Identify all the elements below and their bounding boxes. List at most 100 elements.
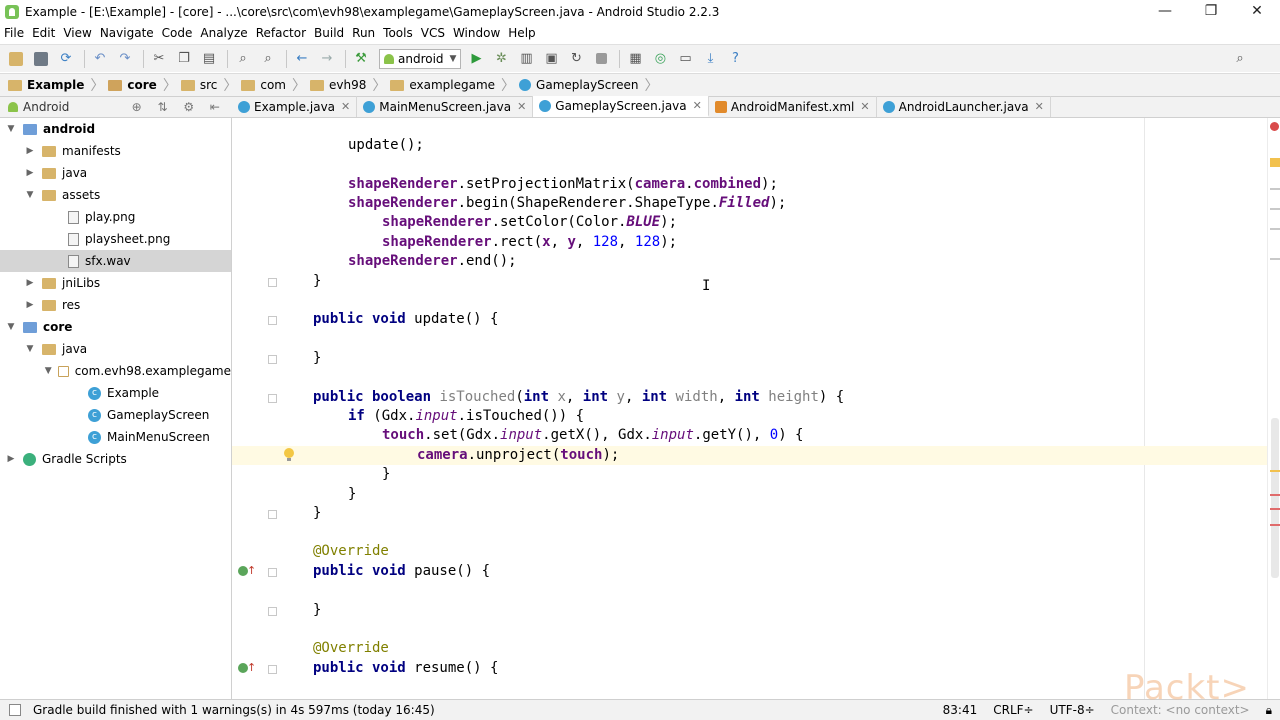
tree-item-assets[interactable]: ▼ assets — [0, 184, 231, 206]
back-icon[interactable]: ← — [291, 48, 313, 70]
tree-item-package[interactable]: ▼ com.evh98.examplegame — [0, 360, 231, 382]
breadcrumb-gameplayscreen[interactable]: GameplayScreen 〉 — [519, 75, 658, 95]
project-structure-icon[interactable]: ▭ — [674, 48, 696, 70]
line-separator[interactable]: CRLF÷ — [985, 703, 1041, 717]
caret-position[interactable]: 83:41 — [935, 703, 986, 717]
menu-build[interactable]: Build — [310, 26, 348, 40]
run-icon[interactable]: ▶ — [465, 48, 487, 70]
undo-icon[interactable]: ↶ — [89, 48, 111, 70]
lightbulb-icon[interactable] — [284, 448, 294, 462]
tree-item-playsheet-png[interactable]: playsheet.png — [0, 228, 231, 250]
stripe-mark[interactable] — [1270, 208, 1280, 210]
forward-icon[interactable]: → — [316, 48, 338, 70]
menu-vcs[interactable]: VCS — [417, 26, 449, 40]
breadcrumb-core[interactable]: core 〉 — [108, 75, 177, 95]
close-tab-icon[interactable]: ✕ — [517, 100, 526, 113]
breadcrumb-com[interactable]: com 〉 — [241, 75, 306, 95]
expand-arrow-icon[interactable]: ▼ — [5, 124, 17, 134]
override-marker-icon[interactable] — [238, 658, 256, 677]
tab-mainmenuscreen-java[interactable]: MainMenuScreen.java ✕ — [357, 96, 534, 117]
error-stripe-mark[interactable] — [1270, 524, 1280, 526]
menu-analyze[interactable]: Analyze — [196, 26, 251, 40]
avd-manager-icon[interactable]: ▦ — [624, 48, 646, 70]
error-stripe-mark[interactable] — [1270, 508, 1280, 510]
menu-view[interactable]: View — [59, 26, 95, 40]
warning-stripe-mark[interactable] — [1270, 470, 1280, 472]
find-icon[interactable]: ⌕ — [232, 48, 254, 70]
close-tab-icon[interactable]: ✕ — [860, 100, 869, 113]
tree-item-mainmenuscreen[interactable]: c MainMenuScreen — [0, 426, 231, 448]
tree-item-core-java[interactable]: ▼ java — [0, 338, 231, 360]
tree-item-gameplayscreen[interactable]: c GameplayScreen — [0, 404, 231, 426]
menu-window[interactable]: Window — [449, 26, 504, 40]
tab-androidlauncher-java[interactable]: AndroidLauncher.java ✕ — [877, 96, 1051, 117]
cut-icon[interactable]: ✂ — [148, 48, 170, 70]
collapse-arrow-icon[interactable]: ▶ — [24, 168, 36, 178]
stripe-mark[interactable] — [1270, 188, 1280, 190]
menu-navigate[interactable]: Navigate — [96, 26, 158, 40]
maximize-button[interactable]: ❐ — [1188, 0, 1234, 23]
profile-icon[interactable]: ▥ — [515, 48, 537, 70]
sync-icon[interactable]: ⟳ — [55, 48, 77, 70]
expand-arrow-icon[interactable]: ▼ — [5, 322, 17, 332]
copy-icon[interactable]: ❐ — [173, 48, 195, 70]
stripe-mark[interactable] — [1270, 228, 1280, 230]
attach-debugger-icon[interactable]: ▣ — [540, 48, 562, 70]
tree-item-res[interactable]: ▶ res — [0, 294, 231, 316]
stop-icon[interactable] — [590, 48, 612, 70]
close-tab-icon[interactable]: ✕ — [693, 99, 702, 112]
tree-item-java[interactable]: ▶ java — [0, 162, 231, 184]
tab-example-java[interactable]: Example.java ✕ — [232, 96, 358, 117]
search-everywhere-icon[interactable]: ⌕ — [1229, 48, 1251, 70]
tree-item-example[interactable]: c Example — [0, 382, 231, 404]
breadcrumb-examplegame[interactable]: examplegame 〉 — [390, 75, 515, 95]
lock-icon[interactable]: 🔒︎ — [1258, 703, 1280, 718]
error-stripe-mark[interactable] — [1270, 494, 1280, 496]
tree-item-jnilibs[interactable]: ▶ jniLibs — [0, 272, 231, 294]
project-view-tools[interactable]: ⊕ ⇅ ⚙ ⇤ — [132, 100, 226, 114]
breadcrumb-src[interactable]: src 〉 — [180, 75, 237, 95]
save-all-icon[interactable] — [30, 48, 52, 70]
override-marker-icon[interactable] — [238, 561, 256, 580]
debug-icon[interactable]: ✲ — [490, 48, 512, 70]
close-tab-icon[interactable]: ✕ — [1035, 100, 1044, 113]
breadcrumb-example[interactable]: Example 〉 — [8, 75, 104, 95]
menu-run[interactable]: Run — [348, 26, 379, 40]
help-icon[interactable]: ? — [724, 48, 746, 70]
tool-windows-icon[interactable] — [9, 704, 21, 716]
scrollbar-thumb[interactable] — [1271, 418, 1279, 578]
download-icon[interactable]: ⤓ — [699, 48, 721, 70]
tab-gameplayscreen-java[interactable]: GameplayScreen.java ✕ — [533, 96, 709, 117]
stripe-mark[interactable] — [1270, 258, 1280, 260]
menu-help[interactable]: Help — [504, 26, 539, 40]
tree-item-play-png[interactable]: play.png — [0, 206, 231, 228]
tree-item-android[interactable]: ▼ android — [0, 118, 231, 140]
minimize-button[interactable]: — — [1142, 0, 1188, 23]
open-folder-icon[interactable] — [5, 48, 27, 70]
expand-arrow-icon[interactable]: ▼ — [24, 344, 36, 354]
editor-scrollbar[interactable] — [1267, 118, 1280, 699]
collapse-arrow-icon[interactable]: ▶ — [24, 278, 36, 288]
menu-file[interactable]: File — [0, 26, 28, 40]
run-config-select[interactable]: android ▼ — [379, 48, 462, 69]
file-encoding[interactable]: UTF-8÷ — [1042, 703, 1103, 717]
close-button[interactable]: ✕ — [1234, 0, 1280, 23]
make-project-icon[interactable]: ⚒ — [350, 48, 372, 70]
menu-code[interactable]: Code — [158, 26, 197, 40]
close-tab-icon[interactable]: ✕ — [341, 100, 350, 113]
project-view-selector[interactable]: Android — [23, 100, 69, 114]
tree-item-gradle-scripts[interactable]: ▶ Gradle Scripts — [0, 448, 231, 470]
collapse-arrow-icon[interactable]: ▶ — [24, 146, 36, 156]
paste-icon[interactable]: ▤ — [198, 48, 220, 70]
tree-item-sfx-wav[interactable]: sfx.wav — [0, 250, 231, 272]
redo-icon[interactable]: ↷ — [114, 48, 136, 70]
breadcrumb-evh98[interactable]: evh98 〉 — [309, 75, 386, 95]
tree-item-core[interactable]: ▼ core — [0, 316, 231, 338]
menu-tools[interactable]: Tools — [379, 26, 417, 40]
apply-changes-icon[interactable]: ↻ — [565, 48, 587, 70]
expand-arrow-icon[interactable]: ▼ — [44, 366, 52, 376]
collapse-arrow-icon[interactable]: ▶ — [5, 454, 17, 464]
tree-item-manifests[interactable]: ▶ manifests — [0, 140, 231, 162]
expand-arrow-icon[interactable]: ▼ — [24, 190, 36, 200]
warning-stripe-mark[interactable] — [1270, 158, 1280, 167]
